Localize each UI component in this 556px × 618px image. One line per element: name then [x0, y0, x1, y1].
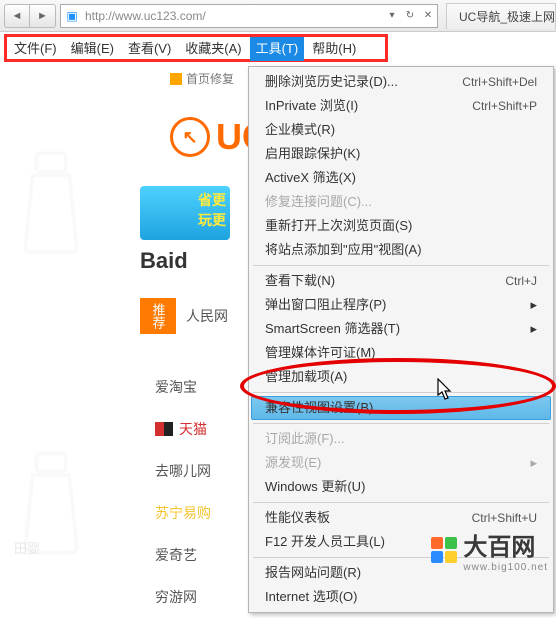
ghost-tag-label: 田婴	[14, 538, 40, 557]
menu-separator	[253, 502, 549, 503]
sidebar-item-aitaobao[interactable]: 爱淘宝	[155, 366, 235, 408]
baidu-text: Baid	[140, 248, 188, 273]
menu-item-shortcut: Ctrl+J	[505, 269, 537, 293]
uc-cursor-icon: ↖	[170, 117, 210, 157]
breadcrumb: 首页修复	[170, 70, 234, 87]
url-input[interactable]	[83, 9, 383, 23]
menu-item-17: 订阅此源(F)...	[251, 427, 551, 451]
menu-item-13[interactable]: 管理加载项(A)	[251, 365, 551, 389]
decor-bottle-icon	[6, 146, 96, 256]
tab-recommend[interactable]: 推荐	[140, 298, 176, 334]
menu-item-7[interactable]: 将站点添加到"应用"视图(A)	[251, 238, 551, 262]
menu-item-3[interactable]: 启用跟踪保护(K)	[251, 142, 551, 166]
tmall-label: 天猫	[179, 419, 207, 439]
dabaiwang-sub: www.big100.net	[463, 562, 548, 573]
menu-item-shortcut: Ctrl+Shift+P	[472, 94, 537, 118]
browser-tab-uc[interactable]: UC导航_极速上网	[446, 3, 556, 29]
menu-item-label: 修复连接问题(C)...	[265, 190, 372, 214]
sidebar-item-suning[interactable]: 苏宁易购	[155, 492, 235, 534]
menu-item-25[interactable]: Internet 选项(O)	[251, 585, 551, 609]
menu-item-11[interactable]: SmartScreen 筛选器(T) ▸	[251, 317, 551, 341]
menu-edit[interactable]: 编辑(E)	[65, 37, 120, 61]
menu-item-label: Windows 更新(U)	[265, 475, 365, 499]
menu-item-5: 修复连接问题(C)...	[251, 190, 551, 214]
menu-item-shortcut: Ctrl+Shift+Del	[462, 70, 537, 94]
menu-item-label: 企业模式(R)	[265, 118, 335, 142]
menu-item-label: 启用跟踪保护(K)	[265, 142, 360, 166]
menu-favorites[interactable]: 收藏夹(A)	[179, 37, 247, 61]
submenu-arrow-icon: ▸	[530, 451, 537, 475]
banner-line1: 省更	[198, 192, 226, 208]
submenu-arrow-icon: ▸	[530, 317, 537, 341]
menu-item-label: F12 开发人员工具(L)	[265, 530, 385, 554]
menu-item-2[interactable]: 企业模式(R)	[251, 118, 551, 142]
menu-item-label: ActiveX 筛选(X)	[265, 166, 356, 190]
menu-item-6[interactable]: 重新打开上次浏览页面(S)	[251, 214, 551, 238]
banner-line2: 玩更	[198, 212, 226, 228]
menu-help[interactable]: 帮助(H)	[306, 37, 362, 61]
refresh-icon[interactable]: ↻	[401, 7, 419, 25]
menu-item-label: Internet 选项(O)	[265, 585, 357, 609]
stop-icon[interactable]: ✕	[419, 7, 437, 25]
menu-item-4[interactable]: ActiveX 筛选(X)	[251, 166, 551, 190]
menu-separator	[253, 392, 549, 393]
tmall-icon	[155, 422, 173, 436]
menu-item-label: 订阅此源(F)...	[265, 427, 344, 451]
tab-renmin[interactable]: 人民网	[186, 306, 228, 326]
menu-item-1[interactable]: InPrivate 浏览(I) Ctrl+Shift+P	[251, 94, 551, 118]
menu-item-label: 弹出窗口阻止程序(P)	[265, 293, 386, 317]
menu-tools[interactable]: 工具(T)	[250, 37, 305, 61]
breadcrumb-label: 首页修复	[186, 70, 234, 87]
menu-item-label: 报告网站问题(R)	[265, 561, 361, 585]
menu-item-10[interactable]: 弹出窗口阻止程序(P) ▸	[251, 293, 551, 317]
menu-item-label: 兼容性视图设置(B)	[265, 397, 373, 419]
promo-banner[interactable]: 省更 玩更	[140, 186, 230, 240]
menu-item-label: 源发现(E)	[265, 451, 321, 475]
menu-file[interactable]: 文件(F)	[8, 37, 63, 61]
menu-item-label: 重新打开上次浏览页面(S)	[265, 214, 412, 238]
menu-item-12[interactable]: 管理媒体许可证(M)	[251, 341, 551, 365]
menu-item-0[interactable]: 删除浏览历史记录(D)... Ctrl+Shift+Del	[251, 70, 551, 94]
baidu-logo[interactable]: Baid	[140, 248, 230, 282]
menu-item-label: 性能仪表板	[265, 506, 330, 530]
menu-item-label: 管理加载项(A)	[265, 365, 347, 389]
menu-item-label: 管理媒体许可证(M)	[265, 341, 376, 365]
menu-item-label: 删除浏览历史记录(D)...	[265, 70, 398, 94]
sidebar-item-qiongyou[interactable]: 穷游网	[155, 576, 235, 618]
dabaiwang-text: 大百网	[463, 527, 548, 562]
submenu-arrow-icon: ▸	[530, 293, 537, 317]
menu-item-label: InPrivate 浏览(I)	[265, 94, 358, 118]
tab-title: UC导航_极速上网	[459, 8, 555, 25]
sidebar-item-aiqiyi[interactable]: 爱奇艺	[155, 534, 235, 576]
menu-item-label: 查看下载(N)	[265, 269, 335, 293]
back-button[interactable]: ◄	[4, 4, 30, 28]
sidebar-item-tmall[interactable]: 天猫	[155, 408, 235, 450]
sidebar-item-qunar[interactable]: 去哪儿网	[155, 450, 235, 492]
menu-item-label: SmartScreen 筛选器(T)	[265, 317, 400, 341]
menu-separator	[253, 265, 549, 266]
home-icon	[170, 73, 182, 85]
menu-view[interactable]: 查看(V)	[122, 37, 177, 61]
address-bar[interactable]: ▣ ▾ ↻ ✕	[60, 4, 438, 28]
forward-button[interactable]: ►	[30, 4, 56, 28]
menu-item-9[interactable]: 查看下载(N) Ctrl+J	[251, 269, 551, 293]
menu-item-19[interactable]: Windows 更新(U)	[251, 475, 551, 499]
menu-item-15[interactable]: 兼容性视图设置(B)	[251, 396, 551, 420]
dropdown-icon[interactable]: ▾	[383, 7, 401, 25]
menu-item-18: 源发现(E) ▸	[251, 451, 551, 475]
globe-icon: ▣	[63, 7, 81, 25]
dabaiwang-logo: 大百网 www.big100.net	[431, 527, 548, 573]
menu-separator	[253, 423, 549, 424]
menu-item-label: 将站点添加到"应用"视图(A)	[265, 238, 422, 262]
